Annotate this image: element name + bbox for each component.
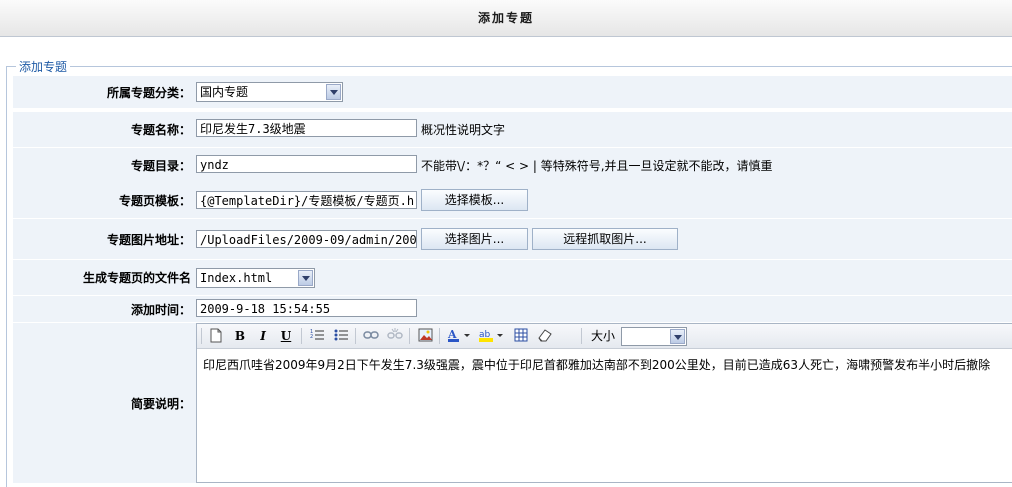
select-image-button[interactable]: 选择图片... — [421, 228, 528, 250]
unlink-icon[interactable] — [387, 328, 403, 344]
summary-label: 简要说明： — [130, 396, 191, 411]
image-input[interactable]: /UploadFiles/2009-09/admin/2009 — [196, 230, 417, 248]
svg-text:2: 2 — [310, 334, 313, 340]
toolbar-separator — [201, 328, 202, 344]
underline-icon[interactable]: U — [279, 328, 293, 344]
table-icon[interactable] — [513, 328, 529, 344]
rich-text-editor[interactable]: B I U 12 A ab 大小 印尼西爪哇省2009年9月2日下午发生7.3级… — [196, 323, 1012, 483]
font-size-select[interactable] — [621, 327, 687, 346]
row-category: 所属专题分类： — [13, 76, 1012, 109]
filename-label: 生成专题页的文件名 — [82, 271, 191, 285]
page-header: 添加专题 — [0, 0, 1012, 37]
form-legend: 添加专题 — [16, 58, 71, 75]
dir-label: 专题目录： — [130, 159, 191, 173]
category-select-value: 国内专题 — [200, 85, 249, 99]
chevron-down-icon[interactable] — [326, 84, 341, 100]
font-color-icon[interactable]: A — [447, 328, 471, 344]
select-template-button[interactable]: 选择模板... — [421, 189, 528, 211]
image-label: 专题图片地址： — [106, 232, 191, 247]
name-hint: 概况性说明文字 — [421, 123, 506, 137]
row-name: 专题名称： — [13, 112, 1012, 148]
category-label: 所属专题分类： — [106, 85, 191, 100]
unordered-list-icon[interactable] — [333, 328, 349, 344]
font-size-label: 大小 — [590, 329, 615, 343]
toolbar-separator — [301, 328, 302, 344]
toolbar-separator — [355, 328, 356, 344]
name-label: 专题名称： — [130, 123, 191, 137]
name-input[interactable]: 印尼发生7.3级地震 — [196, 119, 417, 137]
dir-hint: 不能带\/：*？“ < > | 等特殊符号,并且一旦设定就不能改，请慎重 — [421, 159, 773, 173]
italic-icon[interactable]: I — [256, 328, 270, 344]
filename-select-value: Index.html — [200, 271, 273, 285]
eraser-icon[interactable] — [537, 328, 553, 344]
filename-select[interactable]: Index.html — [196, 268, 315, 288]
template-label: 专题页模板： — [118, 194, 191, 208]
template-input[interactable]: {@TemplateDir}/专题模板/专题页.h — [196, 191, 417, 209]
link-icon[interactable] — [363, 328, 379, 344]
editor-content[interactable]: 印尼西爪哇省2009年9月2日下午发生7.3级强震，震中位于印尼首都雅加达南部不… — [203, 356, 990, 373]
toolbar-separator — [439, 328, 440, 344]
row-filename: 生成专题页的文件名 — [13, 260, 1012, 296]
page-title: 添加专题 — [477, 11, 534, 25]
bold-icon[interactable]: B — [233, 328, 247, 344]
dir-input[interactable]: yndz — [196, 155, 417, 173]
chevron-down-icon[interactable] — [298, 270, 313, 286]
image-icon[interactable] — [417, 328, 433, 344]
ordered-list-icon[interactable]: 12 — [309, 328, 325, 344]
time-label: 添加时间： — [130, 302, 191, 317]
category-select[interactable]: 国内专题 — [196, 82, 343, 102]
new-page-icon[interactable] — [209, 328, 223, 344]
remote-fetch-image-button[interactable]: 远程抓取图片... — [532, 228, 678, 250]
toolbar-separator — [581, 328, 582, 344]
row-time: 添加时间： — [13, 296, 1012, 323]
editor-toolbar: B I U 12 A ab 大小 — [197, 324, 1012, 349]
chevron-down-icon[interactable] — [670, 329, 685, 344]
time-input[interactable]: 2009-9-18 15:54:55 — [196, 299, 417, 317]
toolbar-separator — [409, 328, 410, 344]
highlight-icon[interactable]: ab — [479, 328, 505, 344]
